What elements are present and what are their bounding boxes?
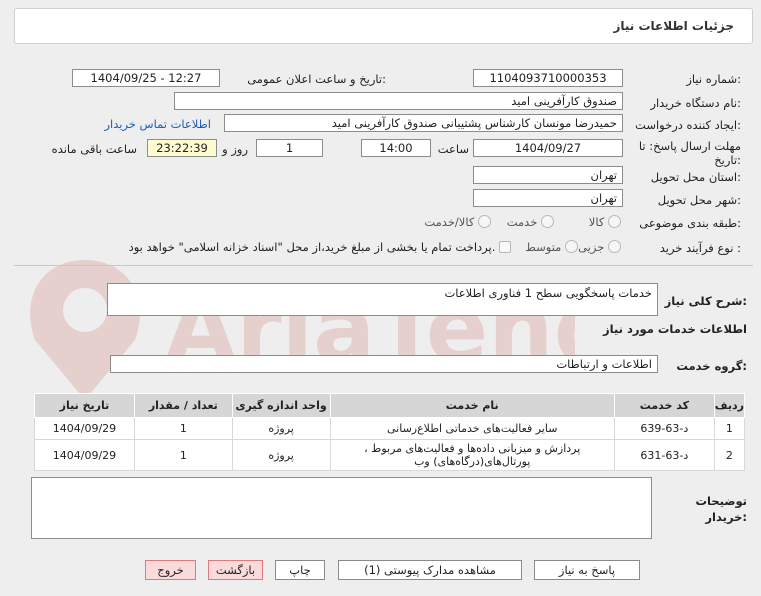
- cell-unit: پروژه: [231, 439, 331, 471]
- category-option-goods-label: کالا: [588, 215, 605, 229]
- process-type-label: نوع فرآیند خرید :: [659, 241, 741, 255]
- section-divider: [14, 265, 753, 266]
- buyer-notes-label: توضیحات: [695, 494, 748, 508]
- time-remaining-field[interactable]: 23:22:39: [147, 139, 217, 157]
- col-header-service-name: نام خدمت: [329, 393, 615, 418]
- need-number-field[interactable]: 1104093710000353: [473, 69, 623, 87]
- deadline-time-field[interactable]: 14:00: [361, 139, 431, 157]
- page-header: جزئیات اطلاعات نیاز: [14, 8, 753, 44]
- days-remaining-field[interactable]: 1: [256, 139, 323, 157]
- announce-date-label: تاریخ و ساعت اعلان عمومی:: [247, 72, 386, 86]
- service-group-field[interactable]: اطلاعات و ارتباطات: [110, 355, 658, 373]
- table-row[interactable]: 1 د-63-639 سایر فعالیت‌های خدماتی اطلاع‌…: [34, 417, 746, 440]
- summary-label: شرح کلی نیاز:: [664, 294, 747, 308]
- treasury-payment-text: پرداخت تمام یا بخشی از مبلغ خرید،از محل …: [128, 240, 496, 254]
- category-option-service-label: خدمت: [506, 215, 538, 229]
- col-header-quantity: تعداد / مقدار: [133, 393, 233, 418]
- cell-service-code: د-63-631: [613, 439, 715, 471]
- cell-service-name: پردازش و میزبانی داده‌ها و فعالیت‌های مر…: [329, 439, 615, 471]
- category-option-goods-service[interactable]: کالا/خدمت: [424, 215, 491, 229]
- buyer-org-field[interactable]: صندوق کارآفرینی امید: [174, 92, 623, 110]
- table-row[interactable]: 2 د-63-631 پردازش و میزبانی داده‌ها و فع…: [34, 439, 746, 471]
- col-header-row-number: ردیف: [713, 393, 746, 418]
- cell-quantity: 1: [133, 439, 233, 471]
- process-option-medium-label: متوسط: [525, 240, 562, 254]
- page-title: جزئیات اطلاعات نیاز: [613, 19, 734, 33]
- process-option-minor[interactable]: جزیی: [578, 240, 621, 254]
- buyer-contact-link[interactable]: اطلاعات تماس خریدار: [104, 117, 211, 131]
- buyer-notes-field[interactable]: [31, 477, 652, 539]
- process-option-minor-label: جزیی: [578, 240, 605, 254]
- checkbox-icon[interactable]: [499, 241, 511, 253]
- province-field[interactable]: تهران: [473, 166, 623, 184]
- city-field[interactable]: تهران: [473, 189, 623, 207]
- col-header-service-code: کد خدمت: [613, 393, 715, 418]
- cell-quantity: 1: [133, 417, 233, 440]
- table-header-row: ردیف کد خدمت نام خدمت واحد اندازه گیری ت…: [34, 393, 746, 418]
- services-table: ردیف کد خدمت نام خدمت واحد اندازه گیری ت…: [34, 393, 746, 471]
- buyer-notes-label-2: خریدار:: [705, 510, 747, 524]
- radio-icon[interactable]: [541, 215, 554, 228]
- radio-icon[interactable]: [565, 240, 578, 253]
- deadline-date-field[interactable]: 1404/09/27: [473, 139, 623, 157]
- cell-need-date: 1404/09/29: [34, 417, 135, 440]
- radio-icon[interactable]: [608, 215, 621, 228]
- category-option-goods[interactable]: کالا: [589, 215, 621, 229]
- category-label: طبقه بندی موضوعی:: [639, 216, 741, 230]
- view-attachments-button[interactable]: مشاهده مدارک پیوستی (1): [338, 560, 522, 580]
- city-label: شهر محل تحویل:: [657, 193, 741, 207]
- service-group-label: گروه خدمت:: [676, 359, 747, 373]
- cell-unit: پروژه: [231, 417, 331, 440]
- deadline-label-date: تاریخ:: [714, 153, 741, 167]
- category-option-goods-service-label: کالا/خدمت: [424, 215, 475, 229]
- days-label: روز و: [222, 142, 248, 156]
- time-remaining-label: ساعت باقی مانده: [51, 142, 137, 156]
- treasury-payment-option[interactable]: پرداخت تمام یا بخشی از مبلغ خرید،از محل …: [129, 240, 511, 254]
- cell-service-code: د-63-639: [613, 417, 715, 440]
- cell-need-date: 1404/09/29: [34, 439, 135, 471]
- province-label: استان محل تحویل:: [650, 170, 741, 184]
- category-option-service[interactable]: خدمت: [507, 215, 554, 229]
- reply-to-need-button[interactable]: پاسخ به نیاز: [534, 560, 640, 580]
- deadline-label: مهلت ارسال پاسخ: تا: [638, 139, 741, 153]
- announce-date-field[interactable]: 1404/09/25 - 12:27: [72, 69, 220, 87]
- exit-button[interactable]: خروج: [145, 560, 196, 580]
- creator-label: ایجاد کننده درخواست:: [635, 118, 741, 132]
- col-header-need-date: تاریخ نیاز: [34, 393, 135, 418]
- creator-field[interactable]: حمیدرضا مونسان کارشناس پشتیبانی صندوق کا…: [224, 114, 623, 132]
- process-option-medium[interactable]: متوسط: [525, 240, 578, 254]
- services-heading: اطلاعات خدمات مورد نیاز: [603, 322, 747, 336]
- cell-row-number: 1: [713, 417, 746, 440]
- summary-field[interactable]: خدمات پاسخگویی سطح 1 فناوری اطلاعات: [107, 283, 658, 316]
- need-number-label: شماره نیاز:: [686, 72, 741, 86]
- print-button[interactable]: چاپ: [275, 560, 325, 580]
- cell-row-number: 2: [713, 439, 746, 471]
- col-header-unit: واحد اندازه گیری: [231, 393, 331, 418]
- buyer-org-label: نام دستگاه خریدار:: [650, 96, 741, 110]
- radio-icon[interactable]: [478, 215, 491, 228]
- cell-service-name: سایر فعالیت‌های خدماتی اطلاع‌رسانی: [329, 417, 615, 440]
- back-button[interactable]: بازگشت: [208, 560, 263, 580]
- deadline-time-label: ساعت: [437, 142, 469, 156]
- radio-icon[interactable]: [608, 240, 621, 253]
